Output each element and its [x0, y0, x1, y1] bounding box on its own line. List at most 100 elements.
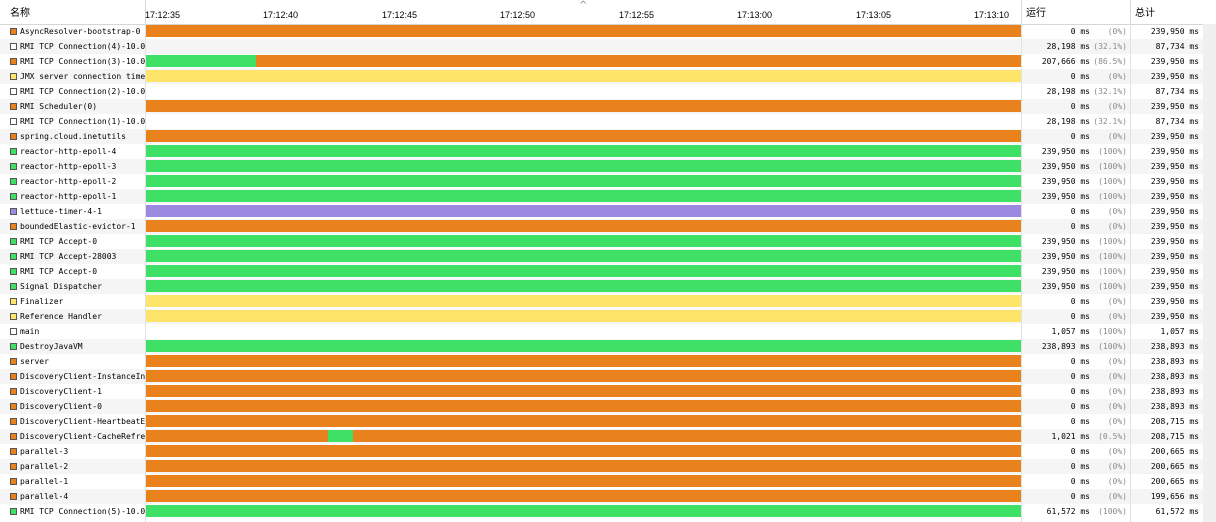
runtime-cell: 239,950 ms (100%)	[1022, 189, 1130, 204]
thread-state-swatch-icon	[10, 463, 17, 470]
column-header-name[interactable]: 名称	[6, 0, 146, 24]
thread-state-swatch-icon	[10, 223, 17, 230]
table-row[interactable]: DiscoveryClient-1 0 ms (0%) 238,893 ms	[0, 384, 1216, 399]
total-value: 239,950 ms	[1150, 207, 1199, 216]
table-row[interactable]: lettuce-timer-4-1 0 ms (0%) 239,950 ms	[0, 204, 1216, 219]
table-row[interactable]: RMI TCP Connection(3)-10.0.0. 207,666 ms(…	[0, 54, 1216, 69]
runtime-cell: 239,950 ms (100%)	[1022, 234, 1130, 249]
runtime-percent: (100%)	[1098, 327, 1127, 336]
table-row[interactable]: RMI TCP Accept-28003 239,950 ms (100%) 239,…	[0, 249, 1216, 264]
table-row[interactable]: RMI TCP Connection(5)-10.0.0. 61,572 ms (1…	[0, 504, 1216, 519]
thread-state-swatch-icon	[10, 343, 17, 350]
runtime-value: 61,572 ms	[1046, 507, 1090, 516]
vertical-scrollbar[interactable]	[1203, 24, 1216, 522]
runtime-percent: (32.1%)	[1093, 87, 1127, 96]
thread-state-swatch-icon	[10, 313, 17, 320]
thread-name: RMI TCP Connection(4)-10.0.0.	[20, 42, 146, 51]
table-row[interactable]: Finalizer 0 ms (0%) 239,950 ms	[0, 294, 1216, 309]
table-row[interactable]: RMI TCP Accept-0 239,950 ms (100%) 239,950 …	[0, 264, 1216, 279]
thread-name: Reference Handler	[20, 312, 102, 321]
table-row[interactable]: reactor-http-epoll-3 239,950 ms (100%) 239,…	[0, 159, 1216, 174]
thread-timeline	[146, 250, 1021, 262]
thread-state-swatch-icon	[10, 418, 17, 425]
total-value: 239,950 ms	[1150, 282, 1199, 291]
table-row[interactable]: parallel-4 0 ms (0%) 199,656 ms	[0, 489, 1216, 504]
total-value: 239,950 ms	[1150, 222, 1199, 231]
thread-state-swatch-icon	[10, 283, 17, 290]
runtime-percent: (100%)	[1098, 342, 1127, 351]
thread-name: RMI TCP Accept-0	[20, 267, 98, 276]
table-row[interactable]: main 1,057 ms (100%) 1,057 ms	[0, 324, 1216, 339]
thread-name-cell: DestroyJavaVM	[0, 339, 146, 354]
thread-state-swatch-icon	[10, 238, 17, 245]
table-row[interactable]: JMX server connection timeout 0 ms (0%) 239…	[0, 69, 1216, 84]
runtime-cell: 0 ms (0%)	[1022, 219, 1130, 234]
runtime-value: 0 ms	[1070, 447, 1090, 456]
timeline-tick: 17:13:05	[856, 10, 892, 20]
thread-timeline	[146, 385, 1021, 397]
runtime-value: 0 ms	[1070, 462, 1090, 471]
thread-timeline	[146, 115, 1021, 127]
table-row[interactable]: RMI TCP Connection(2)-10.0.0. 28,198 ms (3…	[0, 84, 1216, 99]
thread-state-swatch-icon	[10, 328, 17, 335]
column-header-total[interactable]: 总计	[1131, 0, 1203, 24]
thread-timeline	[146, 460, 1021, 472]
thread-name-cell: parallel-2	[0, 459, 146, 474]
table-row[interactable]: DiscoveryClient-HeartbeatExecutor-0 0 ms (…	[0, 414, 1216, 429]
runtime-percent: (100%)	[1098, 147, 1127, 156]
thread-timeline	[146, 55, 1021, 67]
runtime-cell: 0 ms (0%)	[1022, 309, 1130, 324]
thread-name-cell: AsyncResolver-bootstrap-0	[0, 24, 146, 39]
thread-name: RMI TCP Connection(3)-10.0.0.	[20, 57, 146, 66]
table-row[interactable]: RMI TCP Connection(4)-10.0.0. 28,198 ms (3…	[0, 39, 1216, 54]
total-value: 239,950 ms	[1150, 27, 1199, 36]
table-row[interactable]: DestroyJavaVM 238,893 ms (100%) 238,893 ms	[0, 339, 1216, 354]
thread-state-swatch-icon	[10, 163, 17, 170]
timeline-tick: 17:13:00	[737, 10, 773, 20]
thread-name: Signal Dispatcher	[20, 282, 102, 291]
total-value: 238,893 ms	[1150, 357, 1199, 366]
table-row[interactable]: Signal Dispatcher 239,950 ms (100%) 239,950…	[0, 279, 1216, 294]
runtime-value: 1,057 ms	[1051, 327, 1090, 336]
table-row[interactable]: RMI TCP Connection(1)-10.0.0. 28,198 ms (3…	[0, 114, 1216, 129]
table-row[interactable]: RMI TCP Accept-0 239,950 ms (100%) 239,950 …	[0, 234, 1216, 249]
table-header: 名称 17:12:35 17:12:40 17:12:45 17:12:50 1…	[0, 0, 1216, 25]
thread-name-cell: lettuce-timer-4-1	[0, 204, 146, 219]
thread-name-cell: RMI TCP Connection(5)-10.0.0.	[0, 504, 146, 519]
table-row[interactable]: Reference Handler 0 ms (0%) 239,950 ms	[0, 309, 1216, 324]
total-value: 239,950 ms	[1150, 162, 1199, 171]
thread-timeline	[146, 310, 1021, 322]
table-row[interactable]: DiscoveryClient-InstanceInfoReplicator-0…	[0, 369, 1216, 384]
table-row[interactable]: AsyncResolver-bootstrap-0 0 ms (0%) 239,950…	[0, 24, 1216, 39]
thread-name-cell: RMI TCP Connection(3)-10.0.0.	[0, 54, 146, 69]
runtime-percent: (0%)	[1107, 402, 1127, 411]
column-header-runtime[interactable]: 运行	[1022, 0, 1130, 24]
thread-timeline	[146, 445, 1021, 457]
timeline-segment-sleeping	[146, 370, 1021, 382]
runtime-percent: (100%)	[1098, 237, 1127, 246]
table-row[interactable]: parallel-3 0 ms (0%) 200,665 ms	[0, 444, 1216, 459]
thread-name-cell: spring.cloud.inetutils	[0, 129, 146, 144]
table-row[interactable]: reactor-http-epoll-2 239,950 ms (100%) 239,…	[0, 174, 1216, 189]
thread-name: main	[20, 327, 40, 336]
runtime-value: 0 ms	[1070, 297, 1090, 306]
timeline-segment-running	[146, 340, 1021, 352]
runtime-cell: 0 ms (0%)	[1022, 414, 1130, 429]
thread-name: RMI TCP Accept-28003	[20, 252, 117, 261]
thread-name: DiscoveryClient-InstanceInfoReplicator-0	[20, 372, 146, 381]
runtime-percent: (0%)	[1107, 102, 1127, 111]
table-row[interactable]: server 0 ms (0%) 238,893 ms	[0, 354, 1216, 369]
table-row[interactable]: DiscoveryClient-0 0 ms (0%) 238,893 ms	[0, 399, 1216, 414]
table-row[interactable]: parallel-1 0 ms (0%) 200,665 ms	[0, 474, 1216, 489]
table-row[interactable]: reactor-http-epoll-1 239,950 ms (100%) 239,…	[0, 189, 1216, 204]
table-row[interactable]: DiscoveryClient-CacheRefreshExecutor-0 1,…	[0, 429, 1216, 444]
thread-state-swatch-icon	[10, 103, 17, 110]
thread-timeline	[146, 370, 1021, 382]
total-value: 61,572 ms	[1155, 507, 1199, 516]
thread-timeline	[146, 25, 1021, 37]
table-row[interactable]: RMI Scheduler(0) 0 ms (0%) 239,950 ms	[0, 99, 1216, 114]
table-row[interactable]: reactor-http-epoll-4 239,950 ms (100%) 239,…	[0, 144, 1216, 159]
table-row[interactable]: spring.cloud.inetutils 0 ms (0%) 239,950 ms	[0, 129, 1216, 144]
table-row[interactable]: boundedElastic-evictor-1 0 ms (0%) 239,950 …	[0, 219, 1216, 234]
table-row[interactable]: parallel-2 0 ms (0%) 200,665 ms	[0, 459, 1216, 474]
